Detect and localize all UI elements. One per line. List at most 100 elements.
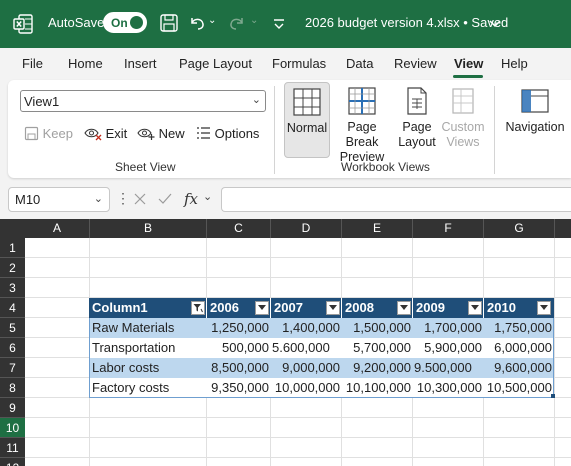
customize-toolbar-icon[interactable]: [268, 12, 290, 34]
column-header-c[interactable]: C: [207, 219, 271, 238]
exit-button[interactable]: Exit: [84, 126, 127, 141]
table-header-2008[interactable]: 2008: [342, 298, 413, 318]
table-header-2006[interactable]: 2006: [207, 298, 271, 318]
row-header-9[interactable]: 9: [0, 398, 25, 418]
table-cell[interactable]: 5,900,000: [413, 338, 484, 358]
normal-view-button[interactable]: Normal: [284, 82, 330, 158]
column-header-f[interactable]: F: [413, 219, 484, 238]
header-label: 2007: [274, 300, 303, 315]
table-cell[interactable]: 1,750,000: [484, 318, 554, 338]
row-header-7[interactable]: 7: [0, 358, 25, 378]
row-header-6[interactable]: 6: [0, 338, 25, 358]
column-header-a[interactable]: A: [25, 219, 90, 238]
table-resize-handle[interactable]: [551, 394, 555, 398]
chevron-down-icon[interactable]: [326, 301, 340, 315]
tab-data[interactable]: Data: [346, 56, 373, 71]
page-layout-icon: [407, 87, 427, 115]
table-cell[interactable]: 1,500,000: [342, 318, 413, 338]
chevron-down-icon[interactable]: [397, 301, 411, 315]
excel-logo-icon[interactable]: [13, 14, 33, 34]
column-header-g[interactable]: G: [484, 219, 555, 238]
grid-line: [25, 437, 571, 438]
tab-formulas[interactable]: Formulas: [272, 56, 326, 71]
options-label: Options: [214, 126, 260, 141]
redo-icon: [230, 18, 243, 30]
undo-chevron-icon[interactable]: ⌄: [208, 15, 216, 26]
page-layout-button[interactable]: Page Layout: [396, 82, 438, 158]
row-header-1[interactable]: 1: [0, 238, 25, 258]
row-header-2[interactable]: 2: [0, 258, 25, 278]
column-header-h[interactable]: [555, 219, 571, 238]
table-cell[interactable]: Labor costs: [89, 358, 207, 378]
row-header-4[interactable]: 4: [0, 298, 25, 318]
select-all-corner[interactable]: [0, 219, 25, 238]
filename-chevron-icon[interactable]: [489, 19, 501, 29]
row-header-5[interactable]: 5: [0, 318, 25, 338]
chevron-down-icon[interactable]: [468, 301, 482, 315]
chevron-down-icon[interactable]: ⌄: [203, 190, 212, 203]
filter-active-icon[interactable]: [191, 301, 205, 315]
save-icon[interactable]: [158, 12, 180, 34]
name-box[interactable]: M10 ⌄: [8, 187, 110, 212]
worksheet-grid[interactable]: A B C D E F G 1 2 3 4 5 6 7 8 9 10 11 12…: [0, 219, 571, 466]
table-cell[interactable]: 1,250,000: [207, 318, 271, 338]
table-cell[interactable]: 9.500,000: [413, 358, 484, 378]
chevron-down-icon[interactable]: [255, 301, 269, 315]
more-dots-icon[interactable]: ⋮: [116, 190, 130, 207]
table-cell[interactable]: 8,500,000: [207, 358, 271, 378]
header-label: 2010: [487, 300, 516, 315]
table-cell[interactable]: 1,400,000: [271, 318, 342, 338]
table-cell[interactable]: 9,600,000: [484, 358, 554, 378]
undo-icon[interactable]: [186, 12, 208, 34]
file-name[interactable]: 2026 budget version 4.xlsx • Saved: [305, 15, 508, 30]
row-header-3[interactable]: 3: [0, 278, 25, 298]
page-layout-label-2: Layout: [398, 135, 436, 149]
table-cell[interactable]: 10,300,000: [413, 378, 484, 398]
navigation-button[interactable]: Navigation: [502, 82, 568, 158]
table-cell[interactable]: Transportation: [89, 338, 207, 358]
tab-file[interactable]: File: [22, 56, 43, 71]
table-cell[interactable]: Raw Materials: [89, 318, 207, 338]
title-bar: AutoSave On ⌄ ⌄ 2026 budget version 4.xl…: [0, 0, 571, 48]
table-cell[interactable]: 10,500,000: [484, 378, 554, 398]
tab-page-layout[interactable]: Page Layout: [179, 56, 252, 71]
row-header-10[interactable]: 10: [0, 418, 25, 438]
table-cell[interactable]: 500,000: [207, 338, 271, 358]
tab-review[interactable]: Review: [394, 56, 437, 71]
table-header-2009[interactable]: 2009: [413, 298, 484, 318]
table-cell[interactable]: 10,000,000: [271, 378, 342, 398]
tab-insert[interactable]: Insert: [124, 56, 157, 71]
column-header-d[interactable]: D: [271, 219, 342, 238]
formula-input[interactable]: [221, 187, 571, 212]
table-cell[interactable]: 5.600,000: [271, 338, 342, 358]
table-cell[interactable]: 6,000,000: [484, 338, 554, 358]
tab-home[interactable]: Home: [68, 56, 103, 71]
table-cell[interactable]: 9,000,000: [271, 358, 342, 378]
row-header-11[interactable]: 11: [0, 438, 25, 458]
table-header-2010[interactable]: 2010: [484, 298, 554, 318]
sheet-view-dropdown[interactable]: View1 ⌄: [20, 90, 266, 112]
table-cell[interactable]: 9,200,000: [342, 358, 413, 378]
tab-view[interactable]: View: [454, 56, 483, 71]
chevron-down-icon[interactable]: [537, 301, 551, 315]
options-button[interactable]: Options: [196, 126, 259, 141]
row-header-12[interactable]: 12: [0, 458, 25, 466]
column-header-b[interactable]: B: [90, 219, 207, 238]
table-cell[interactable]: Factory costs: [89, 378, 207, 398]
table-cell[interactable]: 9,350,000: [207, 378, 271, 398]
insert-function-icon[interactable]: fx: [184, 190, 198, 208]
row-header-8[interactable]: 8: [0, 378, 25, 398]
eye-exit-icon: [84, 128, 102, 141]
table-cell[interactable]: 1,700,000: [413, 318, 484, 338]
new-label: New: [158, 126, 185, 141]
table-cell[interactable]: 5,700,000: [342, 338, 413, 358]
autosave-toggle[interactable]: On: [103, 12, 147, 33]
column-header-e[interactable]: E: [342, 219, 413, 238]
page-break-preview-button[interactable]: Page Break Preview: [332, 82, 392, 164]
enter-check-icon: [158, 193, 172, 204]
table-header-2007[interactable]: 2007: [271, 298, 342, 318]
table-header-column1[interactable]: Column1: [89, 298, 207, 318]
new-button[interactable]: New: [137, 126, 185, 141]
table-cell[interactable]: 10,100,000: [342, 378, 413, 398]
tab-help[interactable]: Help: [501, 56, 528, 71]
